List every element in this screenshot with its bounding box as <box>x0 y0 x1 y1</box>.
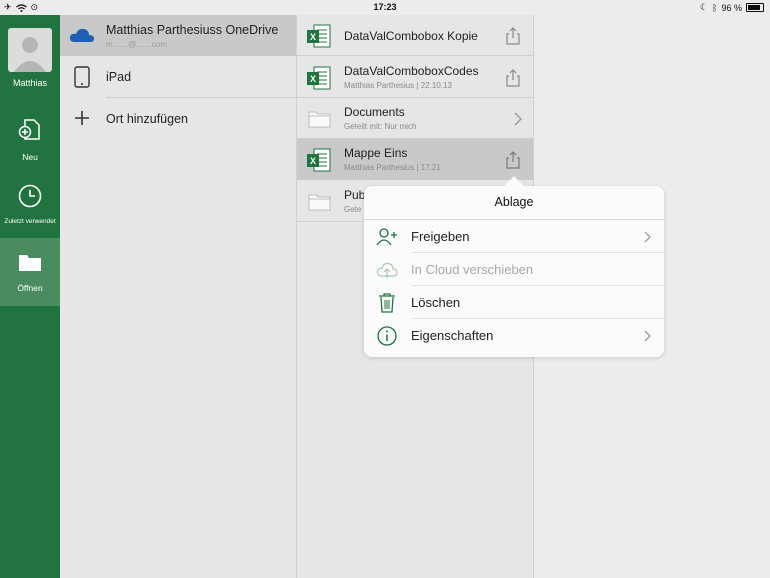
divider <box>297 55 533 56</box>
file-row[interactable]: X DataValComboboxCodes Matthias Parthesi… <box>297 57 533 98</box>
svg-text:X: X <box>310 32 316 42</box>
user-name: Matthias <box>12 78 47 88</box>
popover-title: Ablage <box>364 186 664 220</box>
onedrive-cloud-icon <box>69 28 94 42</box>
status-bar: ✈ ⊙ 17:23 ☾ ᛒ 96 % <box>0 0 770 15</box>
rail-item-open[interactable]: Öffnen <box>0 238 60 306</box>
places-list: Matthias Parthesiuss OneDrive m... ...@.… <box>60 15 297 578</box>
file-row[interactable]: Documents Geteilt mit: Nur mich <box>297 98 533 139</box>
menu-item-share[interactable]: Freigeben <box>364 220 664 253</box>
file-title: Documents <box>344 105 405 119</box>
info-icon <box>377 326 397 346</box>
menu-item-move-to-cloud[interactable]: In Cloud verschieben <box>364 253 664 286</box>
menu-item-properties[interactable]: Eigenschaften <box>364 319 664 352</box>
excel-file-icon: X <box>307 66 331 90</box>
menu-item-label: Freigeben <box>411 229 470 244</box>
app-rail: Matthias Neu Zuletzt verwendet Öffnen <box>0 15 60 578</box>
rail-item-label: Öffnen <box>17 283 43 293</box>
menu-item-label: In Cloud verschieben <box>411 262 534 277</box>
place-title: Matthias Parthesiuss OneDrive <box>106 23 279 37</box>
menu-item-label: Eigenschaften <box>411 328 494 343</box>
chevron-right-icon <box>644 231 651 243</box>
battery-percent: 96 % <box>721 2 742 13</box>
menu-item-label: Löschen <box>411 295 461 310</box>
folder-icon <box>19 255 41 271</box>
plus-icon <box>75 111 89 125</box>
chevron-right-icon <box>644 330 651 342</box>
clock-icon <box>18 184 42 208</box>
place-onedrive[interactable]: Matthias Parthesiuss OneDrive m... ...@.… <box>60 15 296 56</box>
new-document-icon <box>18 119 40 140</box>
trash-icon <box>379 293 395 313</box>
file-subtitle: Matthias Parthesius | 17:21 <box>344 163 441 172</box>
rail-item-label: Neu <box>22 152 38 162</box>
file-menu-popover: Ablage Freigeben In Cloud verschieben Lö… <box>364 176 664 357</box>
file-row[interactable]: X DataValCombobox Kopie <box>297 15 533 56</box>
folder-icon <box>308 111 331 128</box>
svg-text:X: X <box>310 156 316 166</box>
share-icon[interactable] <box>505 151 521 169</box>
rail-item-new[interactable]: Neu <box>0 117 60 169</box>
svg-text:X: X <box>310 74 316 84</box>
status-time: 17:23 <box>373 2 397 12</box>
file-title: DataValCombobox Kopie <box>344 29 478 43</box>
place-ipad[interactable]: iPad <box>60 57 296 98</box>
status-right: ☾ ᛒ 96 % <box>700 2 764 13</box>
battery-icon <box>746 3 764 12</box>
file-title: Pub <box>344 188 366 202</box>
place-add[interactable]: Ort hinzufügen <box>60 99 296 140</box>
ipad-icon <box>74 66 90 88</box>
file-title: DataValComboboxCodes <box>344 64 479 78</box>
bluetooth-icon: ᛒ <box>712 2 718 13</box>
divider <box>106 97 296 98</box>
excel-file-icon: X <box>307 24 331 48</box>
rail-item-recent[interactable]: Zuletzt verwendet <box>0 183 60 235</box>
file-title: Mappe Eins <box>344 146 408 160</box>
avatar[interactable] <box>8 28 52 72</box>
add-person-icon <box>376 228 397 246</box>
file-row-selected[interactable]: X Mappe Eins Matthias Parthesius | 17:21 <box>297 139 533 180</box>
share-icon[interactable] <box>505 69 521 87</box>
place-title: iPad <box>106 70 132 84</box>
share-icon[interactable] <box>505 27 521 45</box>
place-subtitle: m... ...@... ...com <box>106 40 168 49</box>
file-subtitle: Geteilt mit: Nur mich <box>344 122 417 131</box>
rail-item-label: Zuletzt verwendet <box>4 218 56 225</box>
folder-icon <box>308 194 331 211</box>
menu-item-delete[interactable]: Löschen <box>364 286 664 319</box>
user-silhouette-icon <box>14 37 46 72</box>
file-subtitle: Gete <box>344 205 362 214</box>
chevron-right-icon <box>514 112 522 126</box>
moon-icon: ☾ <box>700 2 709 12</box>
file-subtitle: Matthias Parthesius | 22.10.13 <box>344 81 452 90</box>
excel-file-icon: X <box>307 148 331 172</box>
cloud-upload-icon <box>376 262 398 278</box>
place-title: Ort hinzufügen <box>106 112 188 126</box>
